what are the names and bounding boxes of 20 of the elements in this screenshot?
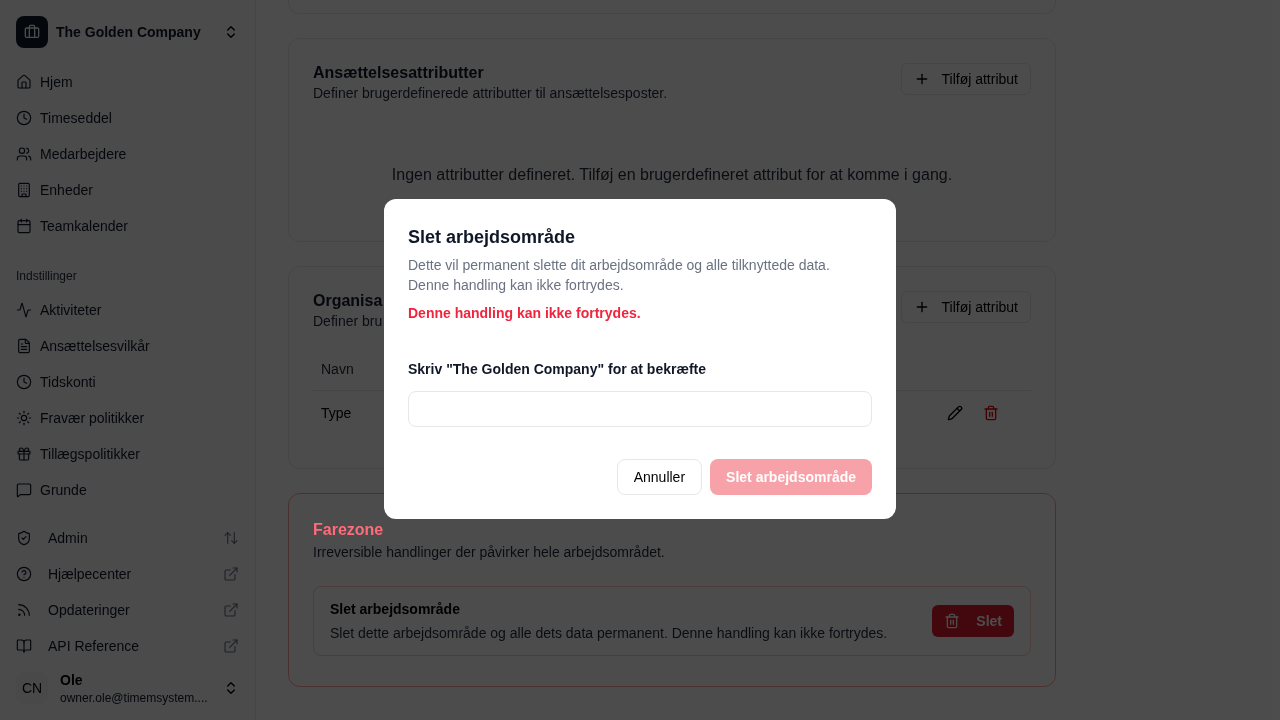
dialog-description: Dette vil permanent slette dit arbejdsområde og alle tilknyttede data. Denne handling kan ikke fortrydes. — [408, 256, 831, 295]
section-label: Indstillinger — [15, 268, 78, 285]
confirm-input-field[interactable] — [408, 391, 872, 427]
cancel-button[interactable]: Annuller — [616, 459, 703, 495]
user-name: Ole — [60, 671, 84, 690]
table-cell-text: Type — [320, 404, 353, 423]
item-title: Slet arbejdsområde — [330, 600, 461, 619]
card-subtitle: Definer bru — [313, 312, 383, 331]
field-label: Skriv "The Golden Company" for at bekræfte — [408, 360, 707, 379]
item-text: Slet dette arbejdsområde og alle dets data permanent. Denne handling kan ikke fortrydes. — [330, 624, 889, 643]
column-header: Navn — [320, 359, 355, 379]
card-title: Organisa — [313, 291, 383, 311]
card-title: Farezone — [313, 520, 384, 540]
dialog-title: Slet arbejdsområde — [408, 226, 577, 249]
card-subtitle: Irreversible handlinger der påvirker hele arbejdsområdet. — [313, 543, 666, 562]
warning-text: Denne handling kan ikke fortrydes. — [408, 304, 642, 323]
user-email: owner.ole@timemsystem.... — [60, 690, 209, 706]
empty-message: Ingen attributter defineret. Tilføj en brugerdefineret attribut for at komme i gang. — [390, 165, 954, 185]
card-title: Ansættelsesattributter — [313, 63, 485, 83]
card-subtitle: Definer brugerdefinerede attributter til ansættelsesposter. — [313, 84, 668, 103]
